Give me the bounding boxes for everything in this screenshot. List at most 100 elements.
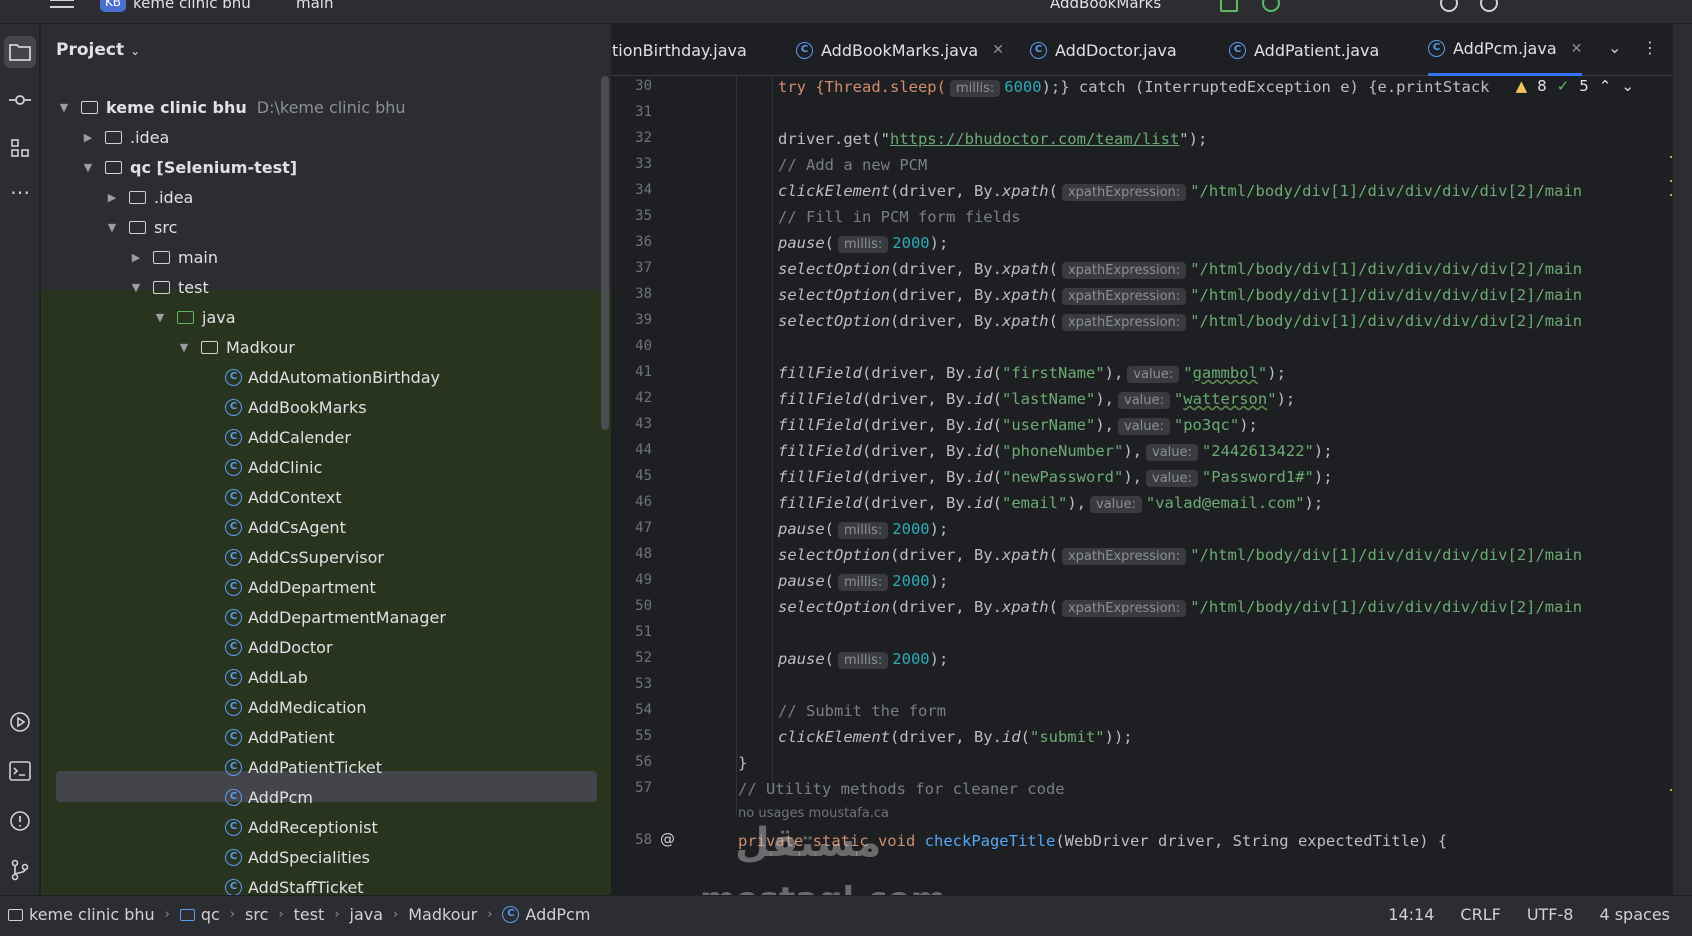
- chevron-down-icon[interactable]: ▼: [81, 161, 95, 174]
- tree-item-class[interactable]: C AddPatientTicket: [225, 754, 382, 780]
- chevron-down-icon[interactable]: ▼: [57, 101, 71, 114]
- tree-item-class[interactable]: C AddAutomationBirthday: [225, 364, 440, 390]
- problems-tool-icon[interactable]: [4, 805, 36, 837]
- tree-item-class[interactable]: C AddClinic: [225, 454, 322, 480]
- tab-automation-birthday[interactable]: tionBirthday.java: [612, 24, 747, 76]
- indent-setting[interactable]: 4 spaces: [1599, 905, 1670, 924]
- url-link[interactable]: https://bhudoctor.com/team/list: [890, 130, 1179, 148]
- code-token: ),: [1095, 416, 1114, 434]
- tree-item-class[interactable]: C AddDepartment: [225, 574, 376, 600]
- chevron-right-icon[interactable]: ▶: [81, 131, 95, 144]
- tree-item-idea[interactable]: ▶ .idea: [81, 124, 170, 150]
- tree-item-java[interactable]: ▼ java: [153, 304, 236, 330]
- inspection-widget[interactable]: ▲ 8 ✓ 5 ⌃ ⌄: [1509, 77, 1634, 95]
- run-icon[interactable]: [1220, 0, 1238, 12]
- tab-add-patient[interactable]: C AddPatient.java: [1229, 24, 1379, 76]
- close-icon[interactable]: ✕: [1571, 41, 1583, 57]
- tab-add-doctor[interactable]: C AddDoctor.java: [1030, 24, 1177, 76]
- tree-item-idea[interactable]: ▶ .idea: [105, 184, 194, 210]
- branch-switcher[interactable]: main: [296, 0, 333, 12]
- tab-add-pcm[interactable]: C AddPcm.java ✕: [1428, 24, 1583, 76]
- project-switcher[interactable]: keme clinic bhu: [133, 0, 251, 12]
- chevron-down-icon[interactable]: ⌄: [1608, 38, 1621, 57]
- tree-item-class[interactable]: C AddDepartmentManager: [225, 604, 446, 630]
- chevron-down-icon[interactable]: ⌄: [1621, 77, 1634, 95]
- code-token: 6000: [1004, 78, 1042, 96]
- breadcrumb-item[interactable]: test: [294, 905, 325, 924]
- project-panel-title[interactable]: Project ⌄: [56, 40, 140, 60]
- tree-item-qc-module[interactable]: ▼ qc [Selenium-test]: [81, 154, 297, 180]
- chevron-up-icon[interactable]: ⌃: [1599, 77, 1612, 95]
- commit-tool-icon[interactable]: [4, 84, 36, 116]
- search-icon[interactable]: [1440, 0, 1458, 12]
- tree-item-madkour[interactable]: ▼ Madkour: [177, 334, 295, 360]
- code-token: );: [1239, 416, 1258, 434]
- git-tool-icon[interactable]: [4, 854, 36, 886]
- tree-item-class[interactable]: C AddCalender: [225, 424, 351, 450]
- tab-add-bookmarks[interactable]: C AddBookMarks.java ✕: [796, 24, 1004, 76]
- chevron-right-icon[interactable]: ▶: [105, 191, 119, 204]
- code-token: "Password1#": [1201, 468, 1314, 486]
- structure-tool-icon[interactable]: [4, 132, 36, 164]
- debug-icon[interactable]: [1262, 0, 1280, 12]
- tree-item-class-selected[interactable]: C AddPcm: [225, 784, 313, 810]
- line-number: 31: [635, 104, 652, 120]
- tree-item-class[interactable]: C AddBookMarks: [225, 394, 367, 420]
- run-tool-icon[interactable]: [4, 706, 36, 738]
- chevron-down-icon[interactable]: ▼: [105, 221, 119, 234]
- breadcrumb-item[interactable]: src: [245, 905, 268, 924]
- code-token: clickElement: [778, 728, 890, 746]
- breadcrumb-item[interactable]: java: [350, 905, 384, 924]
- breadcrumb-item[interactable]: Madkour: [408, 905, 477, 924]
- run-config-selector[interactable]: AddBookMarks: [1050, 0, 1161, 12]
- code-token: selectOption: [778, 312, 890, 330]
- param-hint: xpathExpression:: [1061, 288, 1187, 305]
- file-encoding[interactable]: UTF-8: [1527, 905, 1574, 924]
- code-editor[interactable]: tionBirthday.java C AddBookMarks.java ✕ CA…: [612, 24, 1692, 895]
- tree-item-class[interactable]: C AddStaffTicket: [225, 874, 364, 895]
- class-icon: C: [502, 906, 520, 923]
- warning-count: 8: [1537, 77, 1547, 95]
- tree-item-class[interactable]: C AddCsSupervisor: [225, 544, 384, 570]
- terminal-tool-icon[interactable]: [4, 755, 36, 787]
- project-scrollbar[interactable]: [601, 76, 609, 430]
- tree-item-main[interactable]: ▶ main: [129, 244, 218, 270]
- chevron-right-icon[interactable]: ▶: [129, 251, 143, 264]
- code-token: "submit": [1029, 728, 1105, 746]
- tree-item-test[interactable]: ▼ test: [129, 274, 209, 300]
- line-separator[interactable]: CRLF: [1460, 905, 1500, 924]
- chevron-down-icon[interactable]: ▼: [177, 341, 191, 354]
- project-badge[interactable]: KB: [100, 0, 126, 12]
- tree-item-class[interactable]: C AddMedication: [225, 694, 366, 720]
- breadcrumb-item[interactable]: keme clinic bhu: [29, 905, 155, 924]
- tree-item-class[interactable]: C AddContext: [225, 484, 342, 510]
- usage-hint[interactable]: no usages moustafa.ca: [738, 806, 889, 821]
- chevron-down-icon[interactable]: ▼: [129, 281, 143, 294]
- tree-item-class[interactable]: C AddSpecialities: [225, 844, 370, 870]
- breadcrumb-item[interactable]: AddPcm: [525, 905, 590, 924]
- more-options-icon[interactable]: ⋮: [1642, 38, 1658, 57]
- tree-item-class[interactable]: C AddCsAgent: [225, 514, 346, 540]
- class-icon: C: [225, 848, 242, 866]
- chevron-down-icon[interactable]: ▼: [153, 311, 167, 324]
- code-line: selectOption(driver, By.xpath(xpathExpre…: [778, 312, 1583, 331]
- tree-item-class[interactable]: C AddPatient: [225, 724, 335, 750]
- main-menu-icon[interactable]: [50, 0, 74, 14]
- tree-item-class[interactable]: C AddLab: [225, 664, 308, 690]
- close-icon[interactable]: ✕: [992, 42, 1004, 58]
- override-gutter-icon[interactable]: @: [660, 830, 675, 848]
- settings-icon[interactable]: [1480, 0, 1498, 12]
- right-tool-strip: [1672, 24, 1692, 895]
- tree-item-class[interactable]: C AddReceptionist: [225, 814, 378, 840]
- class-label: AddCsAgent: [248, 517, 346, 537]
- project-tool-icon[interactable]: [4, 36, 36, 68]
- code-token: ": [1173, 390, 1184, 408]
- caret-position[interactable]: 14:14: [1388, 905, 1434, 924]
- param-hint: value:: [1146, 470, 1198, 487]
- tree-item-src[interactable]: ▼ src: [105, 214, 178, 240]
- line-number: 58: [635, 832, 652, 848]
- tree-item-class[interactable]: C AddDoctor: [225, 634, 333, 660]
- tree-item-root[interactable]: ▼ keme clinic bhu D:\keme clinic bhu: [57, 94, 406, 120]
- breadcrumb-item[interactable]: qc: [201, 905, 220, 924]
- more-tools-icon[interactable]: ⋯: [4, 176, 36, 208]
